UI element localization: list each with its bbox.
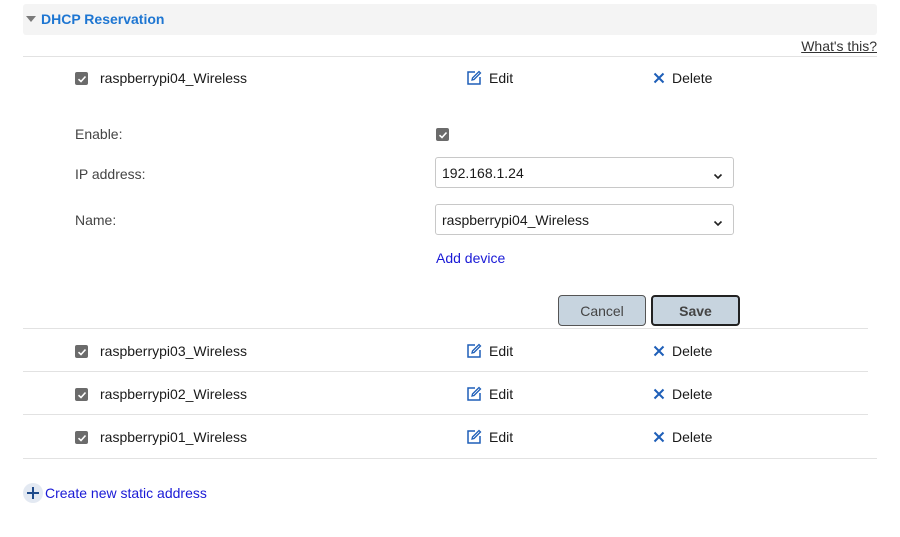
delete-button[interactable]: Delete [653, 343, 712, 359]
delete-label: Delete [672, 70, 713, 86]
reservation-name: raspberrypi03_Wireless [100, 343, 248, 359]
delete-label: Delete [672, 343, 713, 359]
delete-label: Delete [672, 429, 713, 445]
enable-checkbox[interactable] [436, 128, 449, 141]
reservation-name: raspberrypi04_Wireless [100, 70, 248, 86]
ip-address-label: IP address: [75, 166, 146, 182]
check-icon [77, 75, 86, 83]
check-icon [77, 348, 86, 356]
divider [23, 414, 868, 415]
name-value: raspberrypi04_Wireless [442, 211, 590, 228]
ip-address-value: 192.168.1.24 [442, 164, 524, 181]
edit-label: Edit [489, 343, 514, 359]
delete-button[interactable]: Delete [653, 386, 712, 402]
close-icon [653, 431, 665, 443]
create-static-address-link[interactable]: Create new static address [23, 483, 207, 503]
add-device-link[interactable]: Add device [436, 250, 505, 266]
check-icon [438, 131, 447, 139]
collapse-arrow-icon[interactable] [26, 16, 36, 22]
reservation-checkbox[interactable] [75, 431, 88, 444]
cancel-button[interactable]: Cancel [558, 295, 646, 326]
edit-label: Edit [489, 429, 514, 445]
section-title[interactable]: DHCP Reservation [41, 11, 164, 27]
edit-icon [466, 70, 482, 86]
divider [23, 56, 877, 57]
edit-button[interactable]: Edit [466, 70, 513, 86]
edit-button[interactable]: Edit [466, 429, 513, 445]
name-select[interactable]: raspberrypi04_Wireless [435, 204, 734, 235]
enable-label: Enable: [75, 126, 123, 142]
divider [23, 371, 868, 372]
reservation-name: raspberrypi02_Wireless [100, 386, 248, 402]
edit-icon [466, 429, 482, 445]
edit-icon [466, 386, 482, 402]
plus-icon [23, 483, 43, 503]
chevron-down-icon [713, 168, 723, 184]
ip-address-select[interactable]: 192.168.1.24 [435, 157, 734, 188]
reservation-checkbox[interactable] [75, 345, 88, 358]
close-icon [653, 72, 665, 84]
edit-icon [466, 343, 482, 359]
edit-button[interactable]: Edit [466, 386, 513, 402]
reservation-checkbox[interactable] [75, 72, 88, 85]
divider [23, 328, 868, 329]
check-icon [77, 391, 86, 399]
check-icon [77, 434, 86, 442]
delete-label: Delete [672, 386, 713, 402]
edit-label: Edit [489, 70, 514, 86]
create-static-address-label: Create new static address [45, 485, 207, 501]
divider [23, 458, 877, 459]
close-icon [653, 388, 665, 400]
save-button[interactable]: Save [651, 295, 740, 326]
chevron-down-icon [713, 215, 723, 231]
delete-button[interactable]: Delete [653, 429, 712, 445]
reservation-name: raspberrypi01_Wireless [100, 429, 248, 445]
edit-label: Edit [489, 386, 514, 402]
delete-button[interactable]: Delete [653, 70, 712, 86]
reservation-checkbox[interactable] [75, 388, 88, 401]
whats-this-link[interactable]: What's this? [801, 38, 877, 54]
close-icon [653, 345, 665, 357]
name-label: Name: [75, 212, 117, 228]
edit-button[interactable]: Edit [466, 343, 513, 359]
